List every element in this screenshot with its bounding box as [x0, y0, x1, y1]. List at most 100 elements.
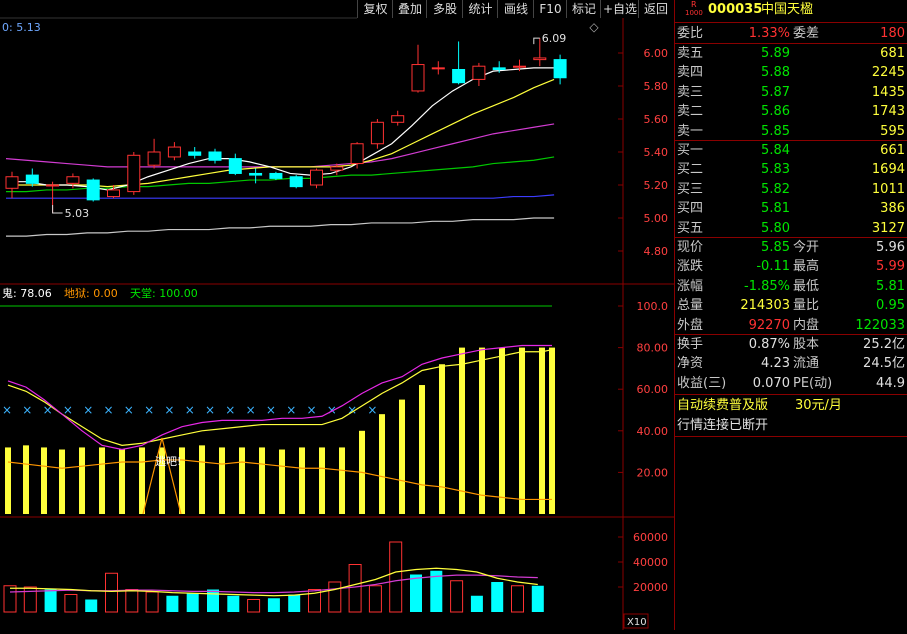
- asks-row[interactable]: 卖二 5.86 1743: [675, 102, 907, 121]
- bids-label: 买三: [677, 181, 704, 197]
- cross-marker: ×: [367, 403, 377, 417]
- indicator-bar: [239, 447, 245, 514]
- asks-volume: 1743: [871, 104, 905, 120]
- promo-row[interactable]: 自动续费普及版 30元/月: [675, 396, 907, 415]
- volume-bar: [125, 589, 139, 613]
- volume-bar: [491, 582, 504, 612]
- stat2-row: 收益(三) 0.070 PE(动) 44.9: [675, 374, 907, 393]
- bids-row[interactable]: 买二 5.83 1694: [675, 160, 907, 179]
- candle-body: [228, 158, 242, 174]
- bids-row[interactable]: 买一 5.84 661: [675, 141, 907, 160]
- diamond-icon[interactable]: ◇: [588, 18, 600, 36]
- asks-row[interactable]: 卖五 5.89 681: [675, 44, 907, 63]
- alert-label: 逃吧!: [155, 455, 181, 468]
- asks-row[interactable]: 卖三 5.87 1435: [675, 83, 907, 102]
- bids-row[interactable]: 买四 5.81 386: [675, 199, 907, 218]
- stat-value: 5.81: [876, 278, 905, 294]
- stat2-label: 股本: [793, 337, 820, 352]
- asks-volume: 1435: [871, 84, 905, 100]
- candle-body: [350, 143, 364, 165]
- indicator-bar: [259, 447, 265, 514]
- indicator-bar: [299, 447, 305, 514]
- indicator-bar: [479, 347, 485, 514]
- toolbar-4-button[interactable]: 画线: [497, 0, 534, 18]
- asks-volume: 681: [880, 46, 905, 61]
- toolbar-0-button[interactable]: 复权: [357, 0, 393, 18]
- bids-price: 5.81: [761, 201, 790, 217]
- candle-body: [513, 65, 526, 68]
- asks-row[interactable]: 卖一 5.85 595: [675, 122, 907, 141]
- kline-chart-svg[interactable]: 6.00 5.80 5.60 5.40 5.20 5.00 4.80 0: 5.13 6.09 5…: [0, 0, 674, 630]
- candle-body: [492, 67, 506, 70]
- toolbar-6-button[interactable]: 标记: [566, 0, 601, 18]
- stat2-label: 收益(三): [677, 375, 727, 391]
- indicator-y-tick-label: 100.0: [637, 300, 669, 313]
- volume-bar: [186, 593, 199, 612]
- volume-bar: [470, 595, 483, 612]
- toolbar-3-button[interactable]: 统计: [462, 0, 498, 18]
- candle-body: [86, 179, 100, 201]
- toolbar-7-button[interactable]: +自选: [600, 0, 639, 18]
- bids-label: 买四: [677, 201, 704, 217]
- unit-label: X10: [627, 617, 647, 628]
- stock-header[interactable]: R 1000 000035 中国天楹: [675, 0, 907, 19]
- bids-label: 买二: [677, 162, 704, 178]
- stat-value: 92270: [748, 317, 790, 333]
- candle-body: [208, 151, 222, 161]
- stat-label: 涨跌: [677, 259, 704, 275]
- asks-price: 5.89: [761, 46, 790, 61]
- volume-y-tick-label: 40000: [633, 556, 668, 569]
- cross-marker: ×: [327, 403, 337, 417]
- cross-marker: ×: [286, 403, 296, 417]
- promo-price[interactable]: 30元/月: [795, 396, 842, 415]
- toolbar-5-button[interactable]: F10: [533, 0, 567, 18]
- indicator-bar: [399, 399, 405, 514]
- indicator-bar: [99, 447, 105, 514]
- price-y-tick-label: 5.60: [644, 113, 669, 126]
- volume-bar: [166, 595, 179, 612]
- price-y-tick-label: 6.00: [644, 47, 669, 60]
- asks-price: 5.85: [761, 123, 790, 139]
- bids-volume: 386: [880, 201, 905, 217]
- stat-label: 最高: [793, 259, 820, 275]
- high-label: 6.09: [542, 32, 567, 45]
- toolbar-8-button[interactable]: 返回: [638, 0, 673, 18]
- indicator-bar: [549, 347, 555, 514]
- ma-magenta-line: [5, 123, 555, 168]
- bids-volume: 3127: [871, 220, 905, 236]
- candle-body: [310, 169, 323, 186]
- volume-bar: [207, 589, 219, 612]
- volume-bar: [348, 564, 362, 613]
- bids-row[interactable]: 买五 5.80 3127: [675, 219, 907, 238]
- cross-marker: ×: [83, 403, 93, 417]
- asks-label: 卖一: [677, 123, 704, 139]
- cross-marker: ×: [63, 403, 73, 417]
- high-marker: [533, 37, 540, 45]
- volume-bar: [145, 591, 159, 613]
- stat-row: 外盘 92270 内盘 122033: [675, 316, 907, 335]
- stat-value: 5.85: [761, 240, 790, 255]
- asks-row[interactable]: 卖四 5.88 2245: [675, 63, 907, 82]
- volume-bar: [288, 594, 301, 612]
- promo-text[interactable]: 自动续费普及版: [677, 396, 768, 415]
- volume-bar: [267, 598, 280, 612]
- toolbar-1-button[interactable]: 叠加: [392, 0, 427, 18]
- indicator-bar: [379, 414, 385, 514]
- candle-body: [452, 69, 466, 84]
- cross-marker: ×: [104, 403, 114, 417]
- stock-name: 中国天楹: [761, 2, 814, 17]
- indicator-bar: [499, 347, 505, 514]
- volume-bar: [64, 594, 78, 613]
- stat-row: 现价 5.85 今开 5.96: [675, 238, 907, 257]
- stat-label: 内盘: [793, 317, 820, 333]
- volume-bar: [105, 572, 118, 613]
- price-y-tick-label: 5.20: [644, 179, 669, 192]
- asks-label: 卖二: [677, 104, 704, 120]
- volume-bar: [44, 589, 57, 612]
- toolbar-2-button[interactable]: 多股: [426, 0, 463, 18]
- chart-area[interactable]: 6.00 5.80 5.60 5.40 5.20 5.00 4.80 0: 5.13 6.09 5…: [0, 0, 674, 630]
- bids-row[interactable]: 买三 5.82 1011: [675, 180, 907, 199]
- indicator-bar: [41, 447, 47, 514]
- candle-body: [330, 166, 344, 171]
- asks-volume: 2245: [871, 65, 905, 81]
